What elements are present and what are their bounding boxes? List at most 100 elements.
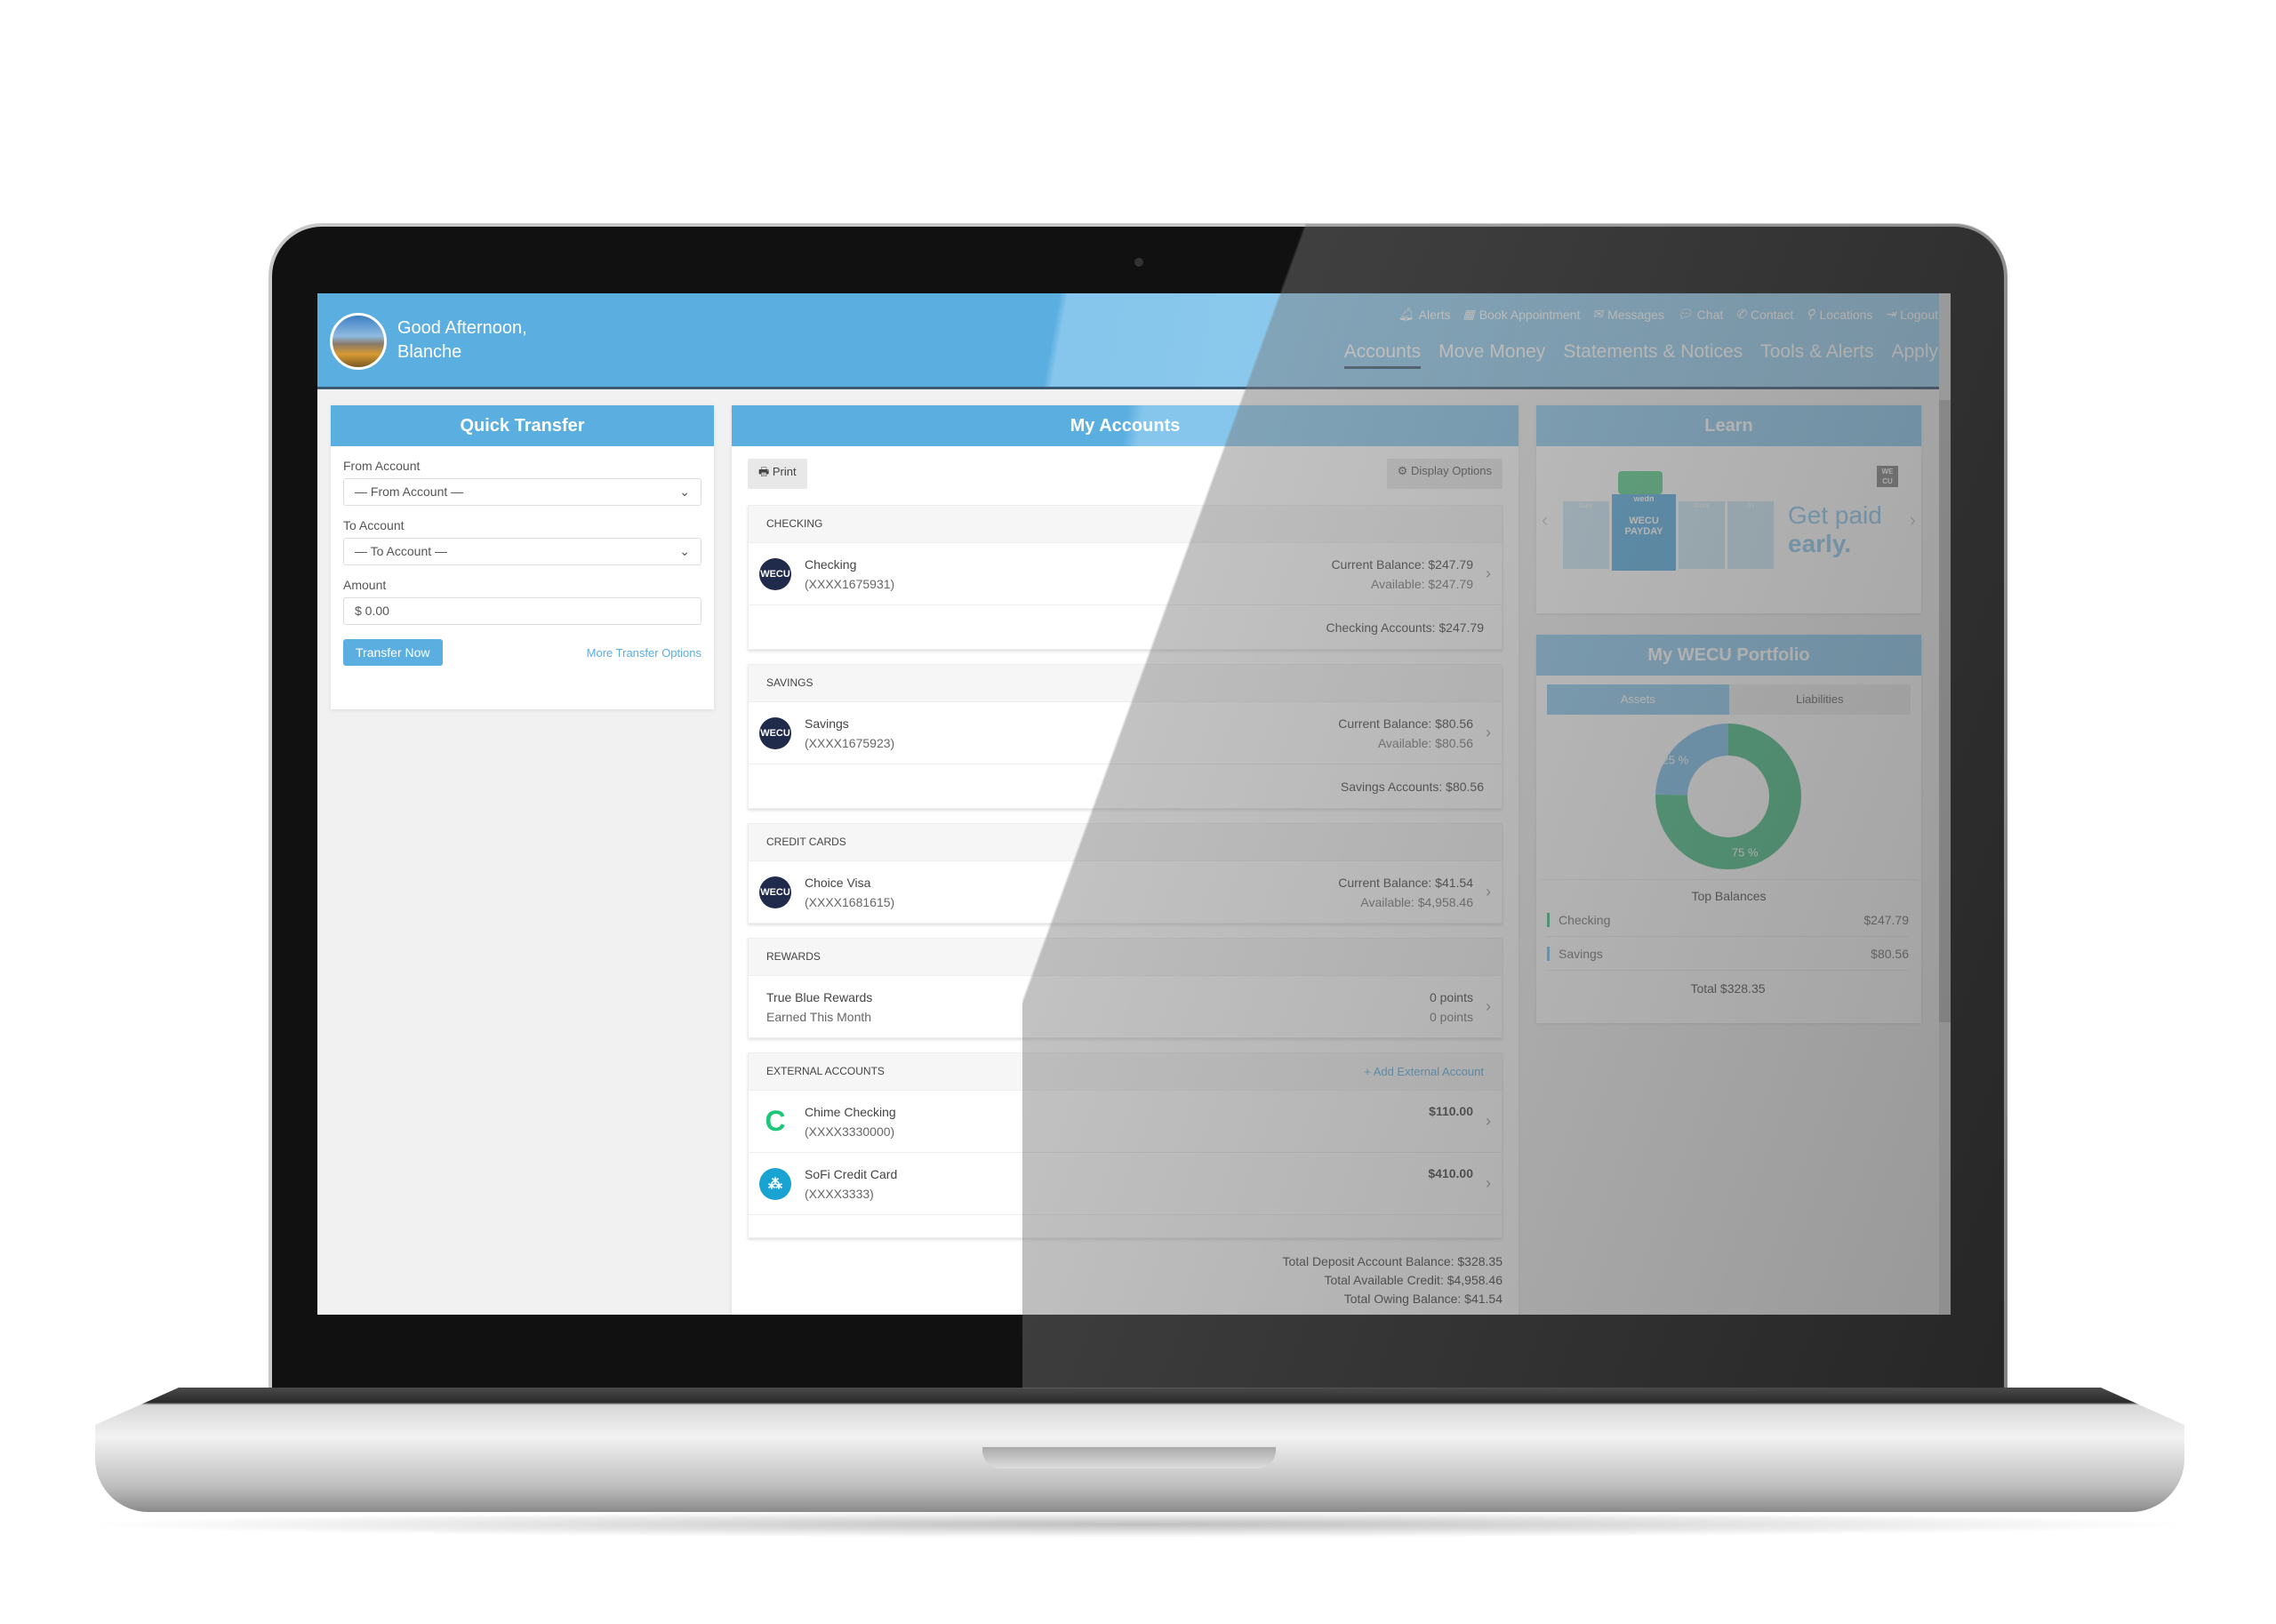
main-nav: Accounts Move Money Statements & Notices… — [1343, 341, 1938, 369]
chevron-right-icon: › — [1486, 1112, 1491, 1130]
scrollbar[interactable] — [1939, 293, 1951, 1315]
chevron-right-icon: › — [1486, 997, 1491, 1015]
current-balance: Current Balance: $41.54 — [1338, 875, 1473, 890]
rewards-name: True Blue Rewards — [766, 989, 873, 1004]
plus-icon: + — [1364, 1065, 1374, 1078]
total-deposit: Total Deposit Account Balance: $328.35 — [1282, 1254, 1503, 1268]
print-button[interactable]: 🖶︎ Print — [748, 459, 807, 489]
chevron-right-icon: › — [1486, 883, 1491, 900]
portfolio-total: Total $328.35 — [1690, 981, 1766, 996]
screen: Good Afternoon, Blanche 🔔︎ Alerts ▦ Book Ap… — [317, 293, 1951, 1315]
top-balances-title: Top Balances — [1540, 879, 1918, 903]
payday-tag: WECU PAYDAY — [1624, 516, 1663, 537]
utility-messages[interactable]: ✉ Messages — [1592, 307, 1664, 322]
money-icon — [1618, 471, 1663, 494]
to-account-select[interactable]: — To Account — ⌄ — [343, 538, 701, 565]
link-label: Add External Account — [1373, 1065, 1484, 1078]
day-name: wedn — [1633, 494, 1655, 503]
transfer-now-button[interactable]: Transfer Now — [343, 639, 443, 666]
carousel-next-icon[interactable]: › — [1910, 508, 1916, 532]
nav-statements[interactable]: Statements & Notices — [1563, 341, 1743, 369]
section-header: CREDIT CARDS — [749, 824, 1502, 860]
rewards-points: 0 points — [1429, 989, 1473, 1004]
utility-locations[interactable]: ⚲ Locations — [1806, 307, 1872, 322]
utility-book-appointment[interactable]: ▦ Book Appointment — [1463, 307, 1580, 322]
amount-input[interactable]: $ 0.00 — [343, 597, 701, 625]
select-value: — From Account — — [355, 484, 464, 499]
avatar[interactable] — [330, 313, 387, 370]
account-row-sofi[interactable]: ⁂ SoFi Credit Card (XXXX3333) $410.00 › — [749, 1152, 1502, 1214]
day-cell: tues — [1563, 501, 1609, 569]
banner-line: early. — [1788, 530, 1852, 557]
section-header: EXTERNAL ACCOUNTS + Add External Account — [749, 1053, 1502, 1090]
input-value: $ 0.00 — [355, 604, 389, 618]
learn-carousel[interactable]: ‹ › tues wedn WECU PAYDAY thurs fri Get p… — [1536, 446, 1921, 613]
external-accounts-card: EXTERNAL ACCOUNTS + Add External Account … — [748, 1052, 1503, 1238]
nav-accounts[interactable]: Accounts — [1343, 341, 1422, 369]
utility-label: Locations — [1819, 307, 1873, 322]
account-number: (XXXX3333) — [805, 1186, 874, 1201]
utility-label: Alerts — [1418, 307, 1451, 322]
chime-logo-icon: C — [765, 1105, 786, 1137]
laptop-notch — [982, 1447, 1276, 1468]
rewards-month-points: 0 points — [1429, 1009, 1473, 1024]
quick-transfer-panel: Quick Transfer From Account — From Accou… — [331, 405, 714, 709]
banner-text: Get paid early. — [1788, 501, 1882, 558]
tab-liabilities[interactable]: Liabilities — [1728, 684, 1911, 715]
rewards-card: REWARDS True Blue Rewards Earned This Mon… — [748, 938, 1503, 1038]
current-balance: Current Balance: $80.56 — [1338, 716, 1473, 731]
available-balance: Available: $80.56 — [1377, 735, 1473, 750]
checking-card: CHECKING WECU Checking (XXXX1675931) Curren… — [748, 505, 1503, 650]
scrollbar-thumb[interactable] — [1939, 400, 1951, 1022]
panel-title: Quick Transfer — [331, 405, 714, 446]
from-account-label: From Account — [343, 459, 421, 473]
wecu-logo-icon: WECU — [759, 876, 791, 908]
button-label: Print — [772, 465, 797, 478]
portfolio-panel: My WECU Portfolio Assets Liabilities 75 … — [1536, 635, 1921, 1023]
account-row-savings[interactable]: WECU Savings (XXXX1675923) Current Balance:… — [749, 701, 1502, 764]
donut-label-checking: 75 % — [1732, 845, 1759, 859]
donut-label-savings: 25 % — [1663, 753, 1689, 766]
button-label: Display Options — [1410, 464, 1492, 477]
user-name: Blanche — [397, 342, 462, 362]
panel-title: My Accounts — [732, 405, 1519, 446]
from-account-select[interactable]: — From Account — ⌄ — [343, 478, 701, 506]
utility-nav: 🔔︎ Alerts ▦ Book Appointment ✉ Messages 💬︎ C… — [1398, 307, 1938, 322]
tab-assets[interactable]: Assets — [1547, 684, 1729, 715]
account-number: (XXXX3330000) — [805, 1124, 895, 1139]
subtotal: Checking Accounts: $247.79 — [749, 604, 1502, 649]
printer-icon: 🖶︎ — [758, 465, 773, 478]
utility-logout[interactable]: ⇥ Logout — [1885, 307, 1938, 322]
section-header: REWARDS — [749, 939, 1502, 975]
account-row-chime[interactable]: C Chime Checking (XXXX3330000) $110.00 › — [749, 1090, 1502, 1152]
calendar-icon: ▦ — [1463, 307, 1475, 321]
nav-tools-alerts[interactable]: Tools & Alerts — [1760, 341, 1873, 369]
chevron-down-icon: ⌄ — [679, 484, 690, 499]
map-pin-icon: ⚲ — [1806, 307, 1815, 321]
utility-chat[interactable]: 💬︎ Chat — [1677, 307, 1723, 322]
account-row-choice-visa[interactable]: WECU Choice Visa (XXXX1681615) Current Bala… — [749, 860, 1502, 923]
balance-row-checking: Checking $247.79 — [1547, 903, 1909, 937]
utility-contact[interactable]: ✆ Contact — [1735, 307, 1793, 322]
portfolio-donut-chart: 75 % 25 % — [1655, 724, 1801, 869]
carousel-prev-icon[interactable]: ‹ — [1542, 508, 1548, 532]
card-footer — [749, 1214, 1502, 1237]
gear-icon: ⚙ — [1397, 464, 1411, 477]
display-options-button[interactable]: ⚙ Display Options — [1386, 459, 1503, 489]
balance-value: $80.56 — [1871, 946, 1909, 961]
add-external-account-link[interactable]: + Add External Account — [1364, 1053, 1484, 1090]
more-transfer-options-link[interactable]: More Transfer Options — [587, 646, 701, 660]
greeting-line: Good Afternoon, — [397, 318, 527, 338]
total-available-credit: Total Available Credit: $4,958.46 — [1324, 1273, 1503, 1287]
utility-alerts[interactable]: 🔔︎ Alerts — [1398, 307, 1451, 322]
nav-apply[interactable]: Apply — [1891, 341, 1938, 369]
chevron-down-icon: ⌄ — [679, 544, 690, 558]
nav-move-money[interactable]: Move Money — [1439, 341, 1545, 369]
subtotal: Savings Accounts: $80.56 — [749, 764, 1502, 808]
sofi-logo-icon: ⁂ — [759, 1167, 791, 1200]
rewards-row[interactable]: True Blue Rewards Earned This Month 0 poin… — [749, 975, 1502, 1037]
phone-icon: ✆ — [1735, 307, 1746, 321]
account-row-checking[interactable]: WECU Checking (XXXX1675931) Current Balance… — [749, 542, 1502, 604]
balance-name: Checking — [1547, 912, 1610, 927]
section-header: SAVINGS — [749, 665, 1502, 701]
